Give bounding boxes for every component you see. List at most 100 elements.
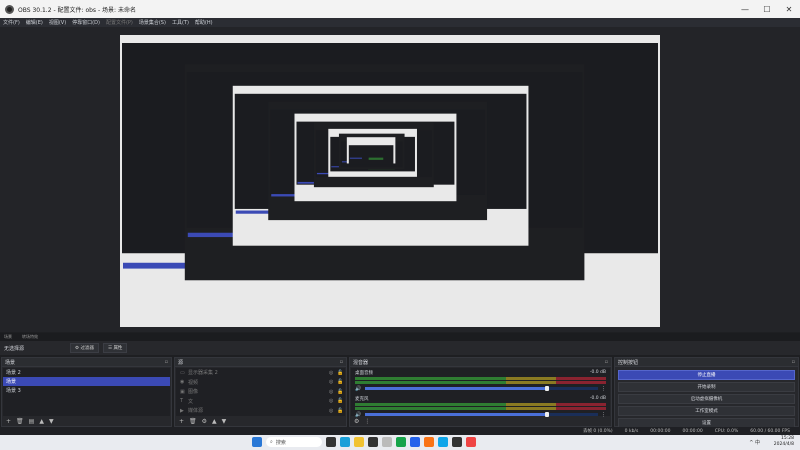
nested-preview [348,145,394,165]
scene-item[interactable]: 场景 3 [3,386,170,395]
mixer-settings-button[interactable]: ⚙ [354,418,359,425]
visibility-icon[interactable]: ◎ [329,408,337,414]
start-icon[interactable] [252,437,262,447]
no-source-label: 无选择源 [4,345,25,352]
scene-filter-button[interactable]: ▤ [29,418,35,425]
taskbar-apps: ⌕ 搜索 [252,437,476,447]
taskbar: ⌕ 搜索 ^ 中 15:28 2024/4/8 [0,435,800,450]
app-icon[interactable] [438,437,448,447]
search-placeholder: 搜索 [275,439,286,446]
menu-item[interactable]: 停靠窗口(D) [72,19,100,26]
source-item[interactable]: ▭ 显示器采集 2 ◎ 🔓 [176,368,345,378]
system-tray[interactable]: ^ 中 [749,439,760,446]
source-item[interactable]: ▣ 图像 ◎ 🔓 [176,387,345,397]
scene-item[interactable]: 场景 2 [3,368,170,377]
level-meter [355,407,606,410]
level-meter [355,377,606,380]
edge-icon[interactable] [340,437,350,447]
search-box[interactable]: ⌕ 搜索 [266,437,322,447]
visibility-icon[interactable]: ◎ [329,379,337,385]
source-item[interactable]: ◉ 视频 ◎ 🔓 [176,378,345,388]
add-source-button[interactable]: + [179,418,184,425]
visibility-icon[interactable]: ◎ [329,398,337,404]
obs-taskbar-icon[interactable] [368,437,378,447]
monitor-icon: ▭ [180,369,185,376]
tab-scenes[interactable]: 场景 [4,334,12,340]
lock-icon[interactable]: 🔓 [337,408,345,414]
source-label: 媒体源 [188,408,204,415]
lock-icon[interactable]: 🔓 [337,379,345,385]
menu-item[interactable]: 视图(V) [49,19,66,26]
preview-canvas[interactable] [0,27,800,332]
channel-menu-icon[interactable]: ⋮ [598,386,606,392]
app-icon[interactable] [452,437,462,447]
sources-footer: + 🗑 ⚙ ▲ ▼ [175,416,346,426]
channel-db: -0.0 dB [589,370,606,375]
tab-transitions[interactable]: 转场特效 [22,334,38,340]
speaker-icon[interactable]: 🔊 [355,386,363,392]
dock-menu-icon[interactable]: ▫ [792,359,798,365]
close-button[interactable]: ✕ [778,0,800,18]
source-settings-button[interactable]: ⚙ [202,418,207,425]
app-icon[interactable] [410,437,420,447]
source-toolbar: 无选择源 ⚙ 过滤器 ☰ 属性 [0,341,800,355]
properties-button[interactable]: ☰ 属性 [102,343,128,353]
level-meter [355,381,606,384]
add-scene-button[interactable]: + [6,418,11,425]
app-icon[interactable] [382,437,392,447]
dropped-frames: 丢帧 0 (0.0%) [583,429,613,434]
remove-source-button[interactable]: 🗑 [189,418,197,425]
remove-scene-button[interactable]: 🗑 [16,418,24,425]
app-icon[interactable] [424,437,434,447]
clock[interactable]: 15:28 2024/4/8 [774,436,794,448]
control-button[interactable]: 工作室模式 [618,406,795,416]
filters-button[interactable]: ⚙ 过滤器 [70,343,99,353]
menu-item[interactable]: 配置文件(P) [106,19,133,26]
scene-item[interactable]: 场景 [3,377,170,386]
menu-item[interactable]: 帮助(H) [195,19,213,26]
mixer-title: 混音器 [353,359,369,366]
dock-menu-icon[interactable]: ▫ [165,359,171,365]
dock-menu-icon[interactable]: ▫ [340,359,346,365]
visibility-icon[interactable]: ◎ [329,370,337,376]
lock-icon[interactable]: 🔓 [337,398,345,404]
mixer-list: 桌面音频 -0.0 dB 🔊 ⋮ 麦克风 -0.0 dB 🔊 ⋮ [351,368,610,418]
visibility-icon[interactable]: ◎ [329,389,337,395]
image-icon: ▣ [180,388,185,395]
menu-item[interactable]: 工具(T) [172,19,189,26]
task-view-icon[interactable] [326,437,336,447]
control-button[interactable]: 开始录制 [618,382,795,392]
lock-icon[interactable]: 🔓 [337,389,345,395]
window-title: OBS 30.1.2 - 配置文件: obs - 场景: 未命名 [18,6,136,14]
menu-item[interactable]: 文件(F) [3,19,20,26]
control-button[interactable]: 停止直播 [618,370,795,380]
source-item[interactable]: ▶ 媒体源 ◎ 🔓 [176,406,345,416]
move-down-button[interactable]: ▼ [222,418,227,425]
nested-meter [368,158,384,160]
channel-db: -0.0 dB [589,396,606,401]
mixer-menu-button[interactable]: ⋮ [364,418,370,425]
source-item[interactable]: T 文 ◎ 🔓 [176,397,345,407]
scenes-list: 场景 2 场景 场景 3 [3,368,170,416]
dock-menu-icon[interactable]: ▫ [605,359,611,365]
menu-bar: 文件(F) 编辑(E) 视图(V) 停靠窗口(D) 配置文件(P) 场景集合(S) 工具(T… [0,18,800,27]
move-up-button[interactable]: ▲ [39,418,44,425]
controls-title: 控制按钮 [618,359,639,366]
volume-slider[interactable] [365,386,598,391]
controls-dock: 控制按钮 ▫ 停止直播 开始录制 启动虚拟摄像机 工作室模式 设置 [614,357,799,428]
scenes-title: 场景 [5,359,16,366]
maximize-button[interactable]: ☐ [756,0,778,18]
menu-item[interactable]: 场景集合(S) [139,19,166,26]
folder-icon[interactable] [354,437,364,447]
live-time: 00:00:00 [650,428,671,434]
move-down-button[interactable]: ▼ [49,418,54,425]
channel-name: 麦克风 [355,397,369,402]
menu-item[interactable]: 编辑(E) [26,19,43,26]
minimize-button[interactable]: — [734,0,756,18]
search-icon: ⌕ [270,439,273,445]
xbox-icon[interactable] [396,437,406,447]
app-icon[interactable] [466,437,476,447]
move-up-button[interactable]: ▲ [212,418,217,425]
control-button[interactable]: 启动虚拟摄像机 [618,394,795,404]
lock-icon[interactable]: 🔓 [337,370,345,376]
